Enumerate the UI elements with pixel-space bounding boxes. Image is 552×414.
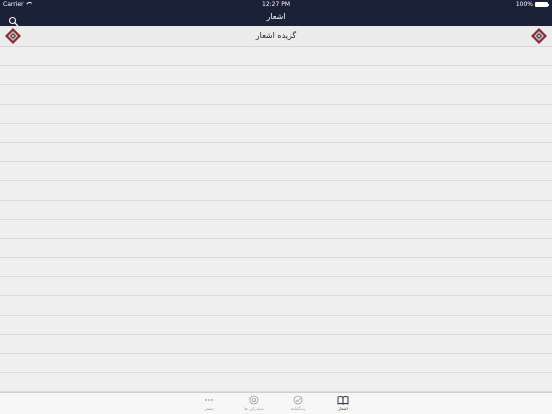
list-item[interactable]	[0, 105, 552, 124]
battery-info: 100%	[515, 1, 549, 8]
list-item[interactable]	[0, 277, 552, 297]
list-item[interactable]	[0, 181, 552, 201]
list-item[interactable]	[0, 143, 552, 163]
section-header: گزیده اشعار	[0, 26, 552, 47]
poem-list	[0, 47, 552, 392]
persian-ornament-icon	[531, 28, 547, 44]
list-item[interactable]	[0, 201, 552, 220]
status-bar: Carrier 12:27 PM 100%	[0, 0, 552, 9]
list-item[interactable]	[0, 239, 552, 259]
list-item[interactable]	[0, 47, 552, 67]
list-item[interactable]	[0, 296, 552, 316]
tab-more[interactable]: بیشتر	[187, 395, 231, 413]
tab-poems[interactable]: اشعار	[321, 395, 365, 413]
tab-label: بیشتر	[204, 406, 214, 411]
list-item[interactable]	[0, 220, 552, 239]
tab-speeches[interactable]: سخنرانی ها	[232, 395, 276, 413]
list-item[interactable]	[0, 124, 552, 143]
list-item[interactable]	[0, 335, 552, 354]
clock: 12:27 PM	[262, 1, 290, 8]
tab-biography[interactable]: زندگینامه	[276, 395, 320, 413]
list-item[interactable]	[0, 373, 552, 392]
navigation-bar: اشعار	[0, 9, 552, 27]
biography-icon	[293, 395, 303, 405]
list-item[interactable]	[0, 85, 552, 105]
speech-icon	[249, 395, 259, 405]
list-item[interactable]	[0, 66, 552, 86]
book-icon	[337, 396, 349, 405]
list-item[interactable]	[0, 258, 552, 278]
battery-percent: 100%	[515, 1, 533, 8]
page-title: اشعار	[266, 12, 286, 21]
tab-label: سخنرانی ها	[244, 406, 264, 411]
section-title: گزیده اشعار	[255, 31, 297, 40]
list-item[interactable]	[0, 316, 552, 335]
more-dots-icon	[205, 399, 213, 401]
tab-bar: بیشتر سخنرانی ها زندگینامه اشعار	[0, 392, 552, 414]
list-item[interactable]	[0, 354, 552, 374]
list-item[interactable]	[0, 162, 552, 182]
tab-label: زندگینامه	[290, 406, 306, 411]
battery-icon	[535, 2, 549, 7]
tab-label: اشعار	[338, 406, 348, 411]
